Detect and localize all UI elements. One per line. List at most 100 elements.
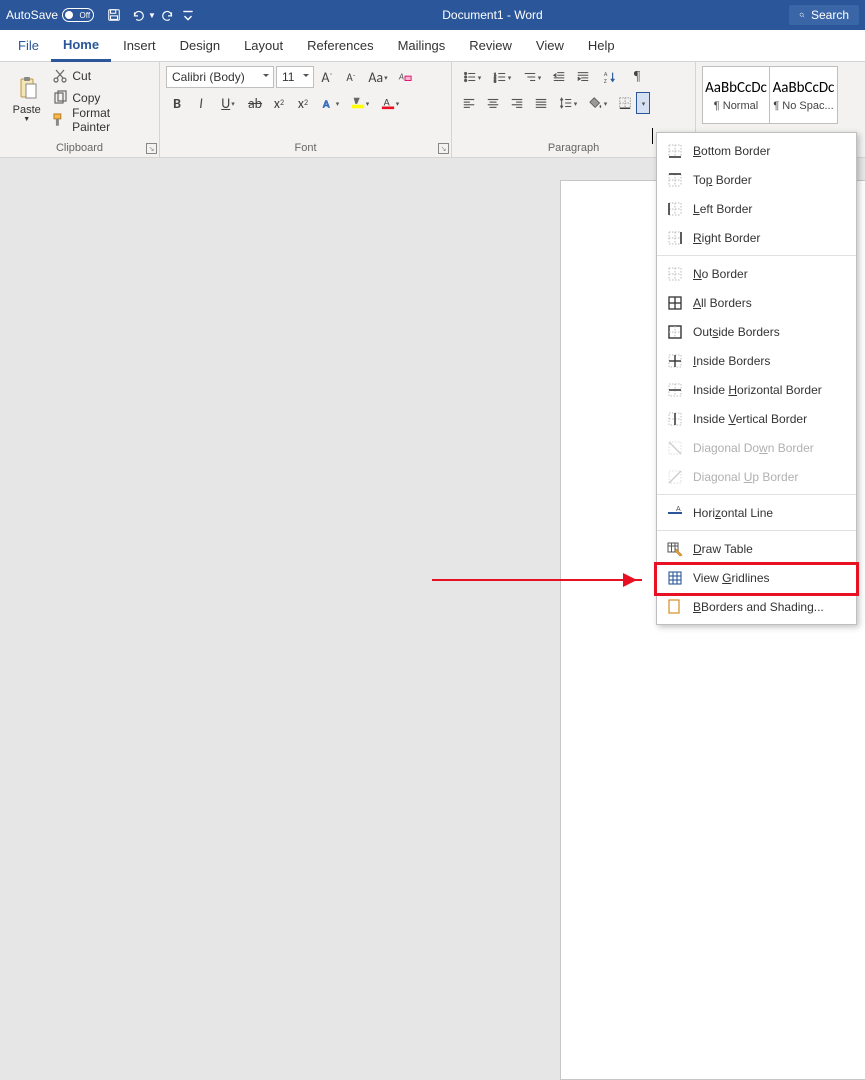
menu-label: BBorders and Shading... (693, 600, 824, 614)
italic-button[interactable]: I (190, 92, 212, 114)
group-font: Calibri (Body) 11 Aˆ Aˇ Aa▾ A B I U▾ ab … (160, 62, 452, 157)
justify-button[interactable] (530, 92, 552, 114)
menu-label: Draw Table (693, 542, 753, 556)
tab-design[interactable]: Design (168, 30, 232, 62)
show-marks-button[interactable]: ¶ (626, 66, 648, 88)
superscript-button[interactable]: x2 (292, 92, 314, 114)
sort-button[interactable]: AZ (596, 66, 624, 88)
clipboard-launcher[interactable]: ↘ (146, 143, 157, 154)
shrink-font-button[interactable]: Aˇ (340, 66, 362, 88)
menu-label: All Borders (693, 296, 752, 310)
grow-font-button[interactable]: Aˆ (316, 66, 338, 88)
tab-view[interactable]: View (524, 30, 576, 62)
menu-label: Top Border (693, 173, 752, 187)
font-color-button[interactable]: A▾ (376, 92, 404, 114)
diagonal-up-border-icon (667, 469, 683, 485)
align-right-button[interactable] (506, 92, 528, 114)
multilevel-list-button[interactable]: ▾ (518, 66, 546, 88)
shading-button[interactable]: ▾ (584, 92, 612, 114)
paste-arrow: ▼ (23, 116, 30, 123)
strikethrough-button[interactable]: ab (244, 92, 266, 114)
svg-text:A: A (398, 73, 404, 83)
font-launcher[interactable]: ↘ (438, 143, 449, 154)
line-spacing-button[interactable]: ▾ (554, 92, 582, 114)
svg-text:A: A (676, 506, 681, 513)
underline-button[interactable]: U▾ (214, 92, 242, 114)
bottom-border-icon (667, 143, 683, 159)
tab-help[interactable]: Help (576, 30, 627, 62)
menu-label: Right Border (693, 231, 760, 245)
menu-outside-borders[interactable]: Outside Borders (657, 317, 856, 346)
tab-review[interactable]: Review (457, 30, 524, 62)
font-size-select[interactable]: 11 (276, 66, 314, 88)
numbering-button[interactable]: 123▾ (488, 66, 516, 88)
align-center-button[interactable] (482, 92, 504, 114)
qat-more-icon[interactable] (181, 4, 195, 26)
increase-indent-button[interactable] (572, 66, 594, 88)
text-effects-button[interactable]: A▾ (316, 92, 344, 114)
decrease-indent-button[interactable] (548, 66, 570, 88)
style-preview: AaBbCcDc (773, 79, 835, 97)
menu-label: No Border (693, 267, 748, 281)
right-border-icon (667, 230, 683, 246)
cut-button[interactable]: Cut (49, 66, 153, 86)
subscript-button[interactable]: x2 (268, 92, 290, 114)
menu-inside-borders[interactable]: Inside Borders (657, 346, 856, 375)
tab-insert[interactable]: Insert (111, 30, 168, 62)
tab-layout[interactable]: Layout (232, 30, 295, 62)
paste-button[interactable]: Paste ▼ (6, 72, 47, 125)
menu-separator (657, 530, 856, 531)
outside-borders-icon (667, 324, 683, 340)
change-case-button[interactable]: Aa▾ (364, 66, 392, 88)
undo-dropdown-arrow[interactable]: ▼ (148, 11, 156, 20)
style-name-nospacing: ¶ No Spac... (772, 100, 835, 112)
bullets-button[interactable]: ▾ (458, 66, 486, 88)
menu-horizontal-line[interactable]: A Horizontal Line (657, 498, 856, 527)
menu-left-border[interactable]: Left Border (657, 194, 856, 223)
menu-right-border[interactable]: Right Border (657, 223, 856, 252)
menu-draw-table[interactable]: Draw Table (657, 534, 856, 563)
top-border-icon (667, 172, 683, 188)
menu-label: Inside Borders (693, 354, 770, 368)
menu-borders-and-shading[interactable]: BBorders and Shading... (657, 592, 856, 621)
format-painter-icon (52, 112, 68, 128)
menu-diagonal-down-border: Diagonal Down Border (657, 433, 856, 462)
style-no-spacing[interactable]: AaBbCcDc ¶ No Spac... (770, 66, 838, 124)
save-icon[interactable] (103, 4, 125, 26)
style-name-normal: ¶ Normal (705, 100, 767, 112)
tab-file[interactable]: File (6, 30, 51, 62)
undo-icon[interactable] (127, 4, 149, 26)
menu-diagonal-up-border: Diagonal Up Border (657, 462, 856, 491)
menu-all-borders[interactable]: All Borders (657, 288, 856, 317)
menu-top-border[interactable]: Top Border (657, 165, 856, 194)
font-name-select[interactable]: Calibri (Body) (166, 66, 274, 88)
align-left-button[interactable] (458, 92, 480, 114)
bold-button[interactable]: B (166, 92, 188, 114)
clipboard-group-label: Clipboard (6, 140, 153, 157)
tab-mailings[interactable]: Mailings (386, 30, 458, 62)
document-title: Document1 - Word (196, 8, 789, 22)
svg-text:3: 3 (494, 79, 497, 84)
text-cursor (652, 128, 653, 144)
menu-inside-horizontal-border[interactable]: Inside Horizontal Border (657, 375, 856, 404)
tab-home[interactable]: Home (51, 30, 111, 62)
borders-dropdown-button[interactable]: ▾ (636, 92, 650, 114)
format-painter-button[interactable]: Format Painter (49, 110, 153, 130)
copy-icon (52, 90, 68, 106)
search-box[interactable]: Search (789, 5, 859, 25)
redo-icon[interactable] (157, 4, 179, 26)
style-normal[interactable]: AaBbCcDc ¶ Normal (702, 66, 770, 124)
autosave-toggle[interactable]: AutoSave Off (6, 8, 94, 22)
menu-no-border[interactable]: No Border (657, 259, 856, 288)
borders-button[interactable]: ▾ (614, 92, 650, 114)
search-label: Search (811, 8, 849, 22)
copy-label: Copy (72, 91, 100, 105)
copy-button[interactable]: Copy (49, 88, 153, 108)
menu-view-gridlines[interactable]: View Gridlines (657, 563, 856, 592)
tab-references[interactable]: References (295, 30, 385, 62)
highlight-button[interactable]: ▾ (346, 92, 374, 114)
menu-bottom-border[interactable]: Bottom Border (657, 136, 856, 165)
clear-formatting-button[interactable]: A (394, 66, 416, 88)
no-border-icon (667, 266, 683, 282)
menu-inside-vertical-border[interactable]: Inside Vertical Border (657, 404, 856, 433)
